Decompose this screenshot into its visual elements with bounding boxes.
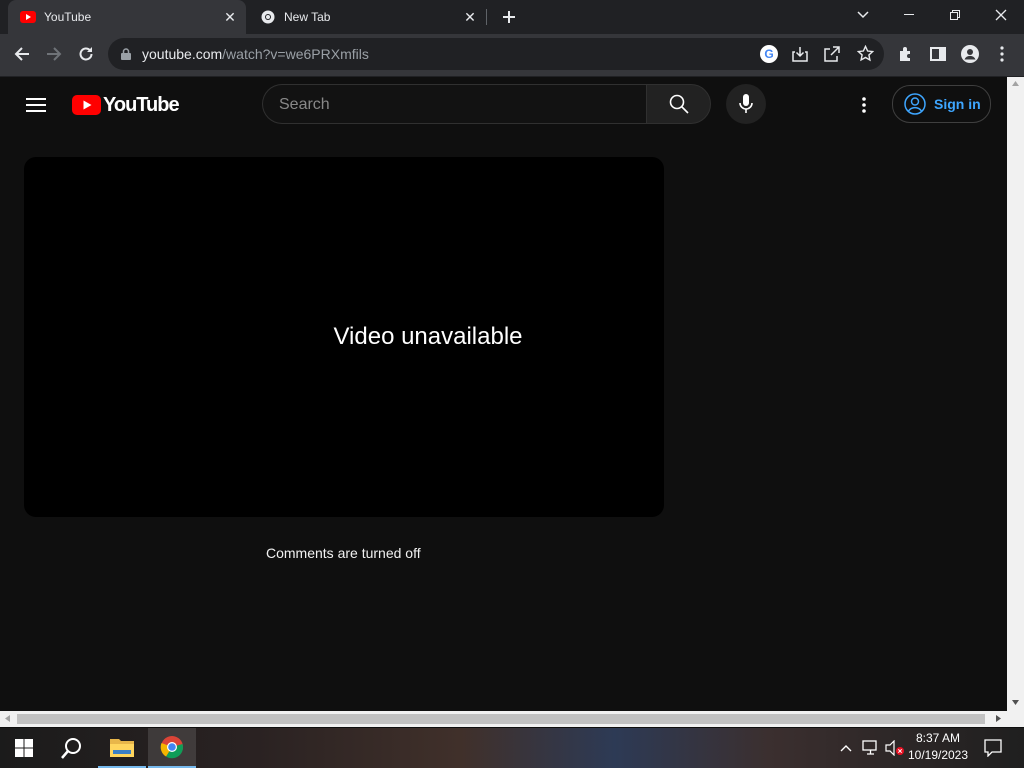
- bookmark-star-icon[interactable]: [857, 45, 874, 62]
- minimize-button[interactable]: [886, 0, 932, 30]
- url-text: youtube.com/watch?v=we6PRXmfils: [142, 46, 369, 62]
- scroll-right-arrow-icon[interactable]: [996, 715, 1001, 722]
- url-host: youtube.com: [142, 46, 223, 62]
- extensions-button[interactable]: [891, 39, 921, 69]
- reload-icon: [79, 47, 93, 61]
- arrow-left-icon: [14, 47, 29, 61]
- arrow-right-icon: [47, 47, 62, 61]
- search-icon: [61, 738, 81, 759]
- hamburger-icon: [26, 98, 46, 112]
- tab-title: New Tab: [284, 10, 331, 24]
- chevron-down-icon: [857, 11, 869, 19]
- close-tab-icon[interactable]: ✕: [462, 9, 478, 25]
- profile-button[interactable]: [955, 39, 985, 69]
- clock-time: 8:37 AM: [915, 731, 961, 745]
- action-center-button[interactable]: [978, 728, 1008, 768]
- speaker-muted-icon: [885, 740, 904, 756]
- youtube-header: YouTube Sign in: [0, 77, 1007, 133]
- volume-button[interactable]: [884, 728, 906, 768]
- guide-menu-button[interactable]: [20, 89, 52, 121]
- microphone-icon: [739, 94, 753, 113]
- comments-disabled-message: Comments are turned off: [266, 545, 421, 561]
- scroll-up-arrow-icon[interactable]: [1012, 81, 1019, 86]
- file-explorer-button[interactable]: [98, 728, 146, 768]
- folder-icon: [110, 739, 134, 757]
- restore-icon: [950, 10, 960, 20]
- search-input[interactable]: [277, 85, 641, 125]
- profile-icon: [961, 45, 979, 63]
- close-icon: [995, 9, 1007, 21]
- scroll-down-arrow-icon[interactable]: [1012, 700, 1019, 705]
- plus-icon: [503, 11, 515, 23]
- forward-button[interactable]: [39, 39, 69, 69]
- chrome-taskbar-button[interactable]: [148, 728, 196, 768]
- google-lens-icon[interactable]: G: [760, 45, 778, 63]
- install-app-icon[interactable]: [792, 46, 808, 62]
- side-panel-icon: [930, 47, 946, 61]
- show-hidden-icons-button[interactable]: [836, 728, 856, 768]
- chrome-icon: [260, 9, 276, 25]
- browser-tabstrip: YouTube ✕ New Tab ✕: [0, 0, 1024, 34]
- video-player[interactable]: Video unavailable: [24, 157, 664, 517]
- settings-menu-button[interactable]: [852, 89, 876, 121]
- tab-new-tab[interactable]: New Tab ✕: [248, 0, 486, 34]
- youtube-logo[interactable]: YouTube: [72, 93, 180, 116]
- search-box: [262, 84, 647, 125]
- youtube-favicon: [20, 9, 36, 25]
- browser-menu-button[interactable]: [987, 39, 1017, 69]
- browser-toolbar: youtube.com/watch?v=we6PRXmfils G: [0, 34, 1024, 77]
- horizontal-scrollbar[interactable]: [0, 711, 1024, 727]
- lock-icon: [121, 48, 131, 60]
- account-circle-icon: [904, 93, 926, 115]
- network-status-button[interactable]: [860, 728, 882, 768]
- side-panel-button[interactable]: [923, 39, 953, 69]
- reload-button[interactable]: [71, 39, 101, 69]
- close-window-button[interactable]: [978, 0, 1024, 30]
- address-bar[interactable]: youtube.com/watch?v=we6PRXmfils G: [108, 38, 884, 70]
- windows-logo-icon: [15, 739, 33, 757]
- tab-divider: [486, 9, 487, 25]
- start-button[interactable]: [0, 728, 48, 768]
- url-path: /watch?v=we6PRXmfils: [222, 46, 369, 62]
- chevron-up-icon: [840, 745, 852, 752]
- taskbar-clock[interactable]: 8:37 AM 10/19/2023: [906, 730, 970, 764]
- tab-search-button[interactable]: [840, 0, 886, 30]
- new-tab-button[interactable]: [497, 5, 521, 29]
- share-icon[interactable]: [824, 46, 840, 62]
- scrollbar-thumb[interactable]: [17, 714, 985, 724]
- minimize-icon: [904, 14, 914, 15]
- search-icon: [669, 94, 689, 114]
- sign-in-button[interactable]: Sign in: [892, 85, 991, 123]
- clock-date: 10/19/2023: [907, 748, 969, 762]
- voice-search-button[interactable]: [726, 84, 766, 124]
- sign-in-label: Sign in: [934, 96, 981, 112]
- scroll-left-arrow-icon[interactable]: [5, 715, 10, 722]
- search-button[interactable]: [646, 84, 711, 124]
- chrome-icon: [160, 736, 184, 759]
- taskbar-search-button[interactable]: [48, 728, 96, 768]
- kebab-menu-icon: [862, 97, 866, 113]
- network-icon: [862, 740, 877, 755]
- youtube-play-icon: [72, 95, 101, 115]
- tab-title: YouTube: [44, 10, 92, 24]
- logo-text: YouTube: [103, 93, 180, 116]
- vertical-scrollbar[interactable]: [1007, 77, 1024, 711]
- windows-taskbar: 8:37 AM 10/19/2023: [0, 728, 1024, 768]
- close-tab-icon[interactable]: ✕: [222, 9, 238, 25]
- notification-icon: [984, 739, 1002, 757]
- restore-button[interactable]: [932, 0, 978, 30]
- tab-youtube[interactable]: YouTube ✕: [8, 0, 246, 34]
- puzzle-icon: [900, 47, 910, 61]
- kebab-menu-icon: [1000, 46, 1004, 62]
- back-button[interactable]: [7, 39, 37, 69]
- video-unavailable-message: Video unavailable: [333, 323, 523, 350]
